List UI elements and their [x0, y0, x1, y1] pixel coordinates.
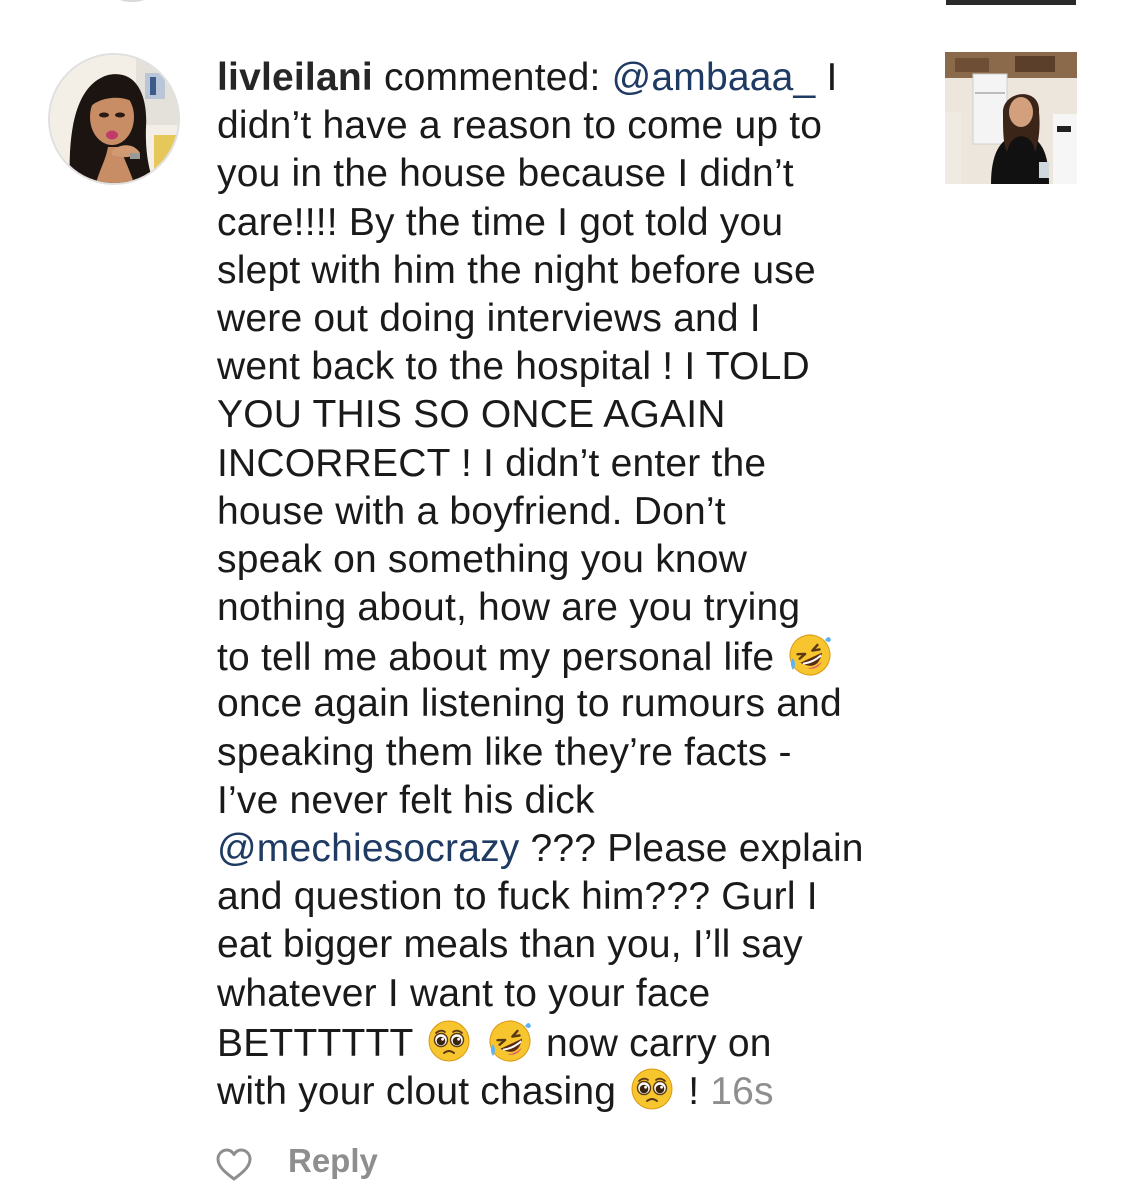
- previous-post-thumbnail-edge: [946, 0, 1076, 5]
- comment-text-segment: whatever I want to your face: [217, 971, 711, 1015]
- comment-line: were out doing interviews and I: [217, 295, 917, 343]
- comment-text-segment: commented:: [383, 56, 612, 99]
- comment-text-segment: speak on something you know: [217, 537, 748, 581]
- comment-line: care!!!! By the time I got told you: [217, 199, 917, 247]
- comment-text-segment: didn’t have a reason to come up to: [217, 104, 823, 148]
- comment-line: whatever I want to your face: [217, 970, 917, 1018]
- comment-text-segment: I’ve never felt his dick: [217, 778, 595, 822]
- comment-text-segment: went back to the hospital ! I TOLD: [217, 345, 810, 389]
- comment-text-segment: !: [677, 1069, 711, 1113]
- comment-line: once again listening to rumours and: [217, 680, 917, 728]
- comment-line: speaking them like they’re facts -: [217, 729, 917, 777]
- comment-line: @mechiesocrazy ??? Please explain: [217, 825, 917, 873]
- comment-line: went back to the hospital ! I TOLD: [217, 343, 917, 391]
- comment-text-segment: speaking them like they’re facts -: [217, 730, 792, 774]
- comment-line: and question to fuck him??? Gurl I: [217, 873, 917, 921]
- like-button[interactable]: [216, 1148, 252, 1182]
- comment-line: didn’t have a reason to come up to: [217, 102, 917, 150]
- comment-text-segment: slept with him the night before use: [217, 248, 816, 292]
- comment-text-segment: were out doing interviews and I: [217, 296, 761, 340]
- comment-text-segment: once again listening to rumours and: [217, 682, 842, 726]
- comment-text-segment: house with a boyfriend. Don’t: [217, 489, 726, 533]
- comment-timestamp: 16s: [710, 1069, 774, 1113]
- comment-line: INCORRECT ! I didn’t enter the: [217, 440, 917, 488]
- reply-button[interactable]: Reply: [288, 1142, 378, 1180]
- comment-text-segment: you in the house because I didn’t: [217, 152, 794, 196]
- comment-text-segment: BETTTTTT: [217, 1021, 424, 1065]
- comment-row: livleilani commented: @ambaaa_ Ididn’t h…: [0, 40, 1125, 1181]
- comment-line: to tell me about my personal life: [217, 632, 917, 680]
- comment-text: livleilani commented: @ambaaa_ Ididn’t h…: [217, 54, 917, 1114]
- comment-text-segment: eat bigger meals than you, I’ll say: [217, 923, 803, 967]
- comment-line: with your clout chasing ! 16s: [217, 1066, 917, 1114]
- comment-line: eat bigger meals than you, I’ll say: [217, 921, 917, 969]
- comment-text-segment: to tell me about my personal life: [217, 636, 786, 680]
- comment-line: house with a boyfriend. Don’t: [217, 488, 917, 536]
- comment-text-segment: care!!!! By the time I got told you: [217, 200, 784, 244]
- comment-text-segment: ??? Please explain: [519, 827, 864, 870]
- comment-line: YOU THIS SO ONCE AGAIN: [217, 391, 917, 439]
- mention-link[interactable]: @mechiesocrazy: [217, 827, 519, 870]
- comment-line: slept with him the night before use: [217, 247, 917, 295]
- comment-line: I’ve never felt his dick: [217, 777, 917, 825]
- comment-text-segment: INCORRECT ! I didn’t enter the: [217, 441, 767, 485]
- comment-line: livleilani commented: @ambaaa_ I: [217, 54, 917, 102]
- comment-line: you in the house because I didn’t: [217, 150, 917, 198]
- comment-line: nothing about, how are you trying: [217, 584, 917, 632]
- rofl-emoji: [489, 1020, 531, 1062]
- comment-text-segment: with your clout chasing: [217, 1069, 628, 1113]
- comment-text-segment: now carry on: [534, 1021, 772, 1065]
- comment-text-segment: and question to fuck him??? Gurl I: [217, 875, 818, 919]
- commenter-username[interactable]: livleilani: [217, 56, 373, 99]
- comment-text-segment: [474, 1022, 485, 1065]
- comment-text-segment: nothing about, how are you trying: [217, 586, 801, 630]
- previous-comment-avatar-edge: [92, 0, 172, 2]
- comment-text-segment: I: [815, 56, 838, 99]
- comment-text-segment: YOU THIS SO ONCE AGAIN: [217, 393, 726, 437]
- pleading-face-emoji: [428, 1020, 470, 1062]
- mention-link[interactable]: @ambaaa_: [612, 56, 816, 99]
- post-thumbnail-photo: [945, 52, 1077, 184]
- pleading-face-emoji: [631, 1068, 673, 1110]
- heart-outline-icon: [216, 1148, 252, 1181]
- avatar-photo: [50, 55, 178, 183]
- rofl-emoji: [789, 634, 832, 676]
- post-thumbnail[interactable]: [945, 52, 1077, 184]
- comment-line: speak on something you know: [217, 536, 917, 584]
- comment-line: BETTTTTT now carry on: [217, 1018, 917, 1066]
- commenter-avatar[interactable]: [48, 53, 180, 185]
